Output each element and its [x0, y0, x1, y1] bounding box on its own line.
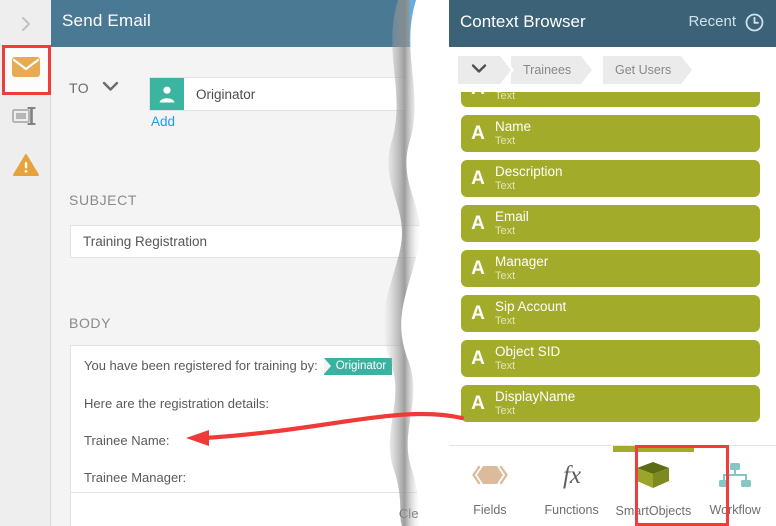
text-type-icon: A — [471, 347, 485, 369]
list-item[interactable]: A DisplayName Text — [461, 385, 760, 422]
recipient-chip[interactable]: Originator — [149, 77, 407, 111]
org-chart-icon — [715, 461, 755, 494]
body-line: Trainee Name: — [84, 433, 170, 448]
list-item-type: Text — [495, 314, 516, 327]
list-item-name: Object SID — [495, 343, 561, 359]
clear-button[interactable]: Clear — [399, 506, 430, 521]
svg-text:fx: fx — [563, 462, 581, 489]
breadcrumb-item-get-users[interactable]: Get Users — [603, 56, 696, 84]
rail-item-warning[interactable] — [4, 145, 48, 189]
list-item[interactable]: A Name Text — [461, 115, 760, 152]
text-type-icon: A — [471, 122, 485, 144]
chevron-down-icon[interactable] — [102, 79, 119, 97]
tab-functions[interactable]: fx Functions — [531, 446, 613, 526]
send-email-panel: Send Email TO Originator Add SUBJECT Tra… — [51, 0, 476, 526]
clock-icon[interactable] — [745, 13, 764, 37]
context-browser-header: Context Browser Recent — [449, 0, 776, 47]
body-line: Here are the registration details: — [84, 396, 269, 411]
breadcrumb: Trainees Get Users — [449, 47, 776, 92]
context-browser-panel: Context Browser Recent Trainees Get User… — [449, 0, 776, 526]
person-icon — [150, 78, 184, 110]
text-type-icon: A — [471, 302, 485, 324]
page-title: Send Email — [62, 11, 151, 30]
list-item-type: Text — [495, 404, 516, 417]
list-item[interactable]: A Object SID Text — [461, 340, 760, 377]
body-label: BODY — [69, 315, 112, 331]
list-item-type: Text — [495, 134, 516, 147]
list-item-name: Manager — [495, 253, 549, 269]
left-icon-rail — [0, 0, 51, 526]
send-email-body: TO Originator Add SUBJECT Training Regis… — [51, 47, 476, 526]
tab-label: Functions — [544, 503, 599, 517]
to-field-row: TO — [69, 79, 119, 97]
text-type-icon: A — [471, 257, 485, 279]
envelope-icon — [11, 56, 41, 83]
list-item[interactable]: A Email Text — [461, 205, 760, 242]
list-item-type: Text — [495, 269, 516, 282]
recipient-name: Originator — [196, 86, 256, 102]
tab-fields[interactable]: Fields — [449, 446, 531, 526]
hexagon-brackets-icon — [470, 461, 510, 494]
add-recipient-button[interactable] — [409, 0, 449, 47]
warning-triangle-icon — [13, 153, 39, 182]
list-item-type: Text — [495, 224, 516, 237]
list-item-type: Text — [495, 179, 516, 192]
context-browser-tabs: Fields fx Functions SmartObjects Workflo… — [449, 445, 776, 526]
list-item[interactable]: A UserName Text — [461, 92, 760, 107]
context-browser-title: Context Browser — [460, 12, 586, 31]
tab-label: Fields — [473, 503, 507, 517]
text-type-icon: A — [471, 167, 485, 189]
context-tag-originator[interactable]: Originator — [323, 358, 393, 376]
to-label: TO — [69, 80, 90, 96]
list-item-name: DisplayName — [495, 388, 576, 404]
tab-label: Workflow — [709, 503, 761, 517]
body-editor-footer: Clear — [70, 493, 430, 526]
breadcrumb-item-trainees[interactable]: Trainees — [511, 56, 596, 84]
form-field-icon — [12, 105, 40, 132]
list-item[interactable]: A Description Text — [461, 160, 760, 197]
list-item-name: Name — [495, 118, 532, 134]
fx-icon: fx — [552, 461, 592, 494]
rail-item-form[interactable] — [4, 96, 48, 140]
send-email-header: Send Email — [51, 0, 449, 47]
chevron-right-icon — [16, 14, 36, 34]
list-item-type: Text — [495, 92, 516, 102]
app-root: Send Email TO Originator Add SUBJECT Tra… — [0, 0, 776, 526]
recent-label[interactable]: Recent — [688, 13, 736, 30]
text-type-icon: A — [461, 92, 495, 100]
context-item-list[interactable]: A UserName Text A Name Text A — [449, 92, 776, 445]
tab-workflow[interactable]: Workflow — [694, 446, 776, 526]
tab-smartobjects[interactable]: SmartObjects — [612, 446, 695, 526]
body-line-text: You have been registered for training by… — [84, 358, 318, 373]
text-type-icon: A — [471, 212, 485, 234]
breadcrumb-collapse-button[interactable] — [458, 56, 514, 84]
body-line: Trainee Manager: — [84, 470, 187, 485]
subject-label: SUBJECT — [69, 192, 137, 208]
list-item-type: Text — [495, 359, 516, 372]
cube-icon — [633, 460, 673, 495]
body-line: You have been registered for training by… — [84, 358, 393, 376]
chevron-down-icon — [471, 63, 487, 77]
list-item-name: Description — [495, 163, 563, 179]
plus-hex-icon — [416, 12, 442, 35]
list-item-name: Email — [495, 208, 529, 224]
list-item[interactable]: A Sip Account Text — [461, 295, 760, 332]
text-type-icon: A — [471, 392, 485, 414]
subject-input[interactable]: Training Registration — [70, 225, 427, 258]
list-item-name: Sip Account — [495, 298, 567, 314]
list-item[interactable]: A Manager Text — [461, 250, 760, 287]
tab-label: SmartObjects — [615, 504, 692, 518]
rail-item-email[interactable] — [4, 47, 48, 91]
body-editor[interactable]: You have been registered for training by… — [70, 345, 427, 493]
expand-panel-button[interactable] — [0, 0, 51, 47]
add-recipient-link[interactable]: Add — [151, 114, 175, 129]
